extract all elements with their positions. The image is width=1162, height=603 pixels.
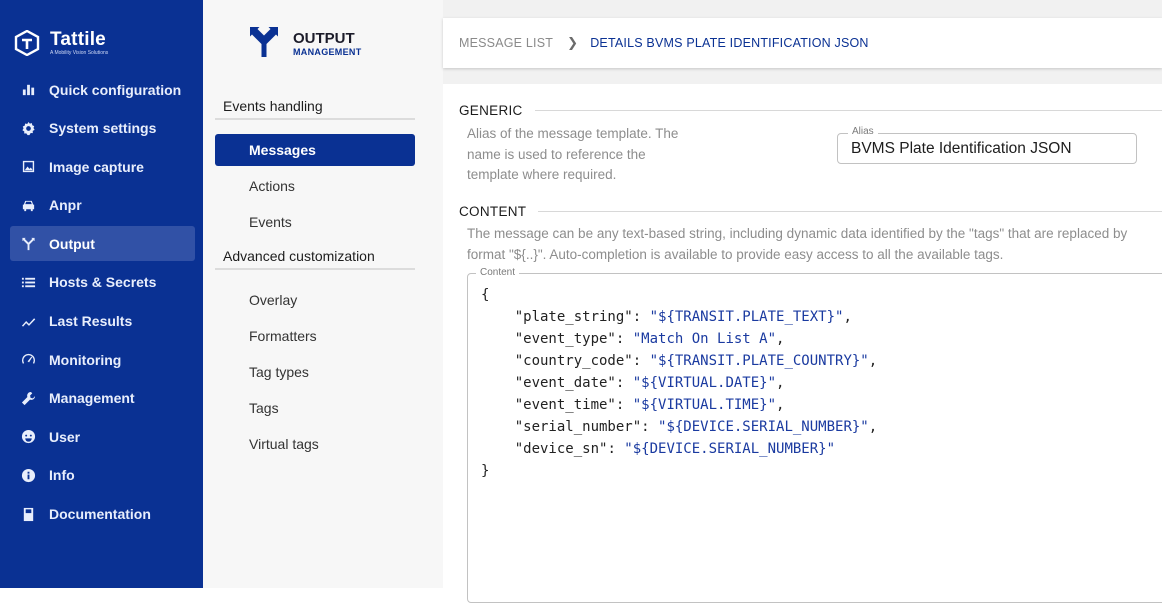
subnav-item-overlay[interactable]: Overlay (215, 284, 415, 316)
sidebar-item-label: Monitoring (49, 351, 122, 368)
details-panel: GENERIC Alias of the message template. T… (443, 84, 1162, 603)
subnav-item-tag-types[interactable]: Tag types (215, 356, 415, 388)
chevron-right-icon: ❯ (567, 35, 579, 50)
brand-name: Tattile (50, 29, 106, 50)
user-icon (20, 429, 36, 445)
gauge-icon (20, 352, 36, 368)
sidebar-item-label: Last Results (49, 313, 133, 330)
fork-arrow-icon (20, 236, 36, 252)
code-line: "device_sn": "${DEVICE.SERIAL_NUMBER}" (514, 441, 836, 457)
code-line: "event_time": "${VIRTUAL.TIME}", (514, 397, 785, 413)
trend-icon (20, 313, 36, 329)
content-label: Content (476, 267, 520, 278)
sidebar-item-label: Quick configuration (49, 81, 182, 98)
wrench-icon (20, 390, 36, 406)
subnav-item-actions[interactable]: Actions (215, 170, 415, 202)
subnav-item-tags[interactable]: Tags (215, 392, 415, 424)
section-advanced-customization: Advanced customization (215, 248, 415, 270)
sidebar-item-management[interactable]: Management (10, 381, 195, 416)
alias-input[interactable]: Alias BVMS Plate Identification JSON (837, 126, 1137, 164)
sidebar-item-label: Output (49, 235, 95, 252)
breadcrumb-current: DETAILS BVMS PLATE IDENTIFICATION JSON (590, 36, 869, 50)
breadcrumb: MESSAGE LIST ❯ DETAILS BVMS PLATE IDENTI… (443, 18, 1162, 68)
image-icon (20, 159, 36, 175)
sidebar-item-label: Image capture (49, 158, 144, 175)
section-events-handling: Events handling (215, 98, 415, 120)
code-line: "event_type": "Match On List A", (514, 331, 785, 347)
code-line: "plate_string": "${TRANSIT.PLATE_TEXT}", (514, 309, 852, 325)
code-line: "country_code": "${TRANSIT.PLATE_COUNTRY… (514, 353, 878, 369)
sidebar-item-label: Info (49, 467, 75, 484)
tattile-logo-icon (14, 30, 40, 56)
subnav-item-messages[interactable]: Messages (215, 134, 415, 166)
sidebar-item-anpr[interactable]: Anpr (10, 188, 195, 223)
output-title: OUTPUT (293, 30, 355, 47)
main-sidebar: Tattile A Mobility Vision Solutions Quic… (0, 0, 203, 588)
sidebar-item-last-results[interactable]: Last Results (10, 304, 195, 339)
generic-section-title: GENERIC (459, 103, 1162, 118)
alias-label: Alias (848, 126, 878, 137)
sidebar-item-label: Anpr (49, 197, 82, 214)
sidebar-item-output[interactable]: Output (10, 226, 195, 262)
sidebar-nav: Quick configuration System settings Imag… (0, 72, 203, 535)
list-icon (20, 274, 36, 290)
alias-value[interactable]: BVMS Plate Identification JSON (851, 140, 1072, 158)
output-subtitle: MANAGEMENT (293, 47, 362, 57)
sidebar-item-label: User (49, 428, 81, 445)
gear-icon (20, 120, 36, 136)
sidebar-item-system-settings[interactable]: System settings (10, 111, 195, 146)
info-icon (20, 467, 36, 483)
breadcrumb-message-list[interactable]: MESSAGE LIST (459, 36, 553, 50)
sidebar-item-label: Documentation (49, 506, 151, 523)
sidebar-item-label: Hosts & Secrets (49, 274, 157, 291)
brand[interactable]: Tattile A Mobility Vision Solutions (14, 28, 108, 58)
content-description: The message can be any text-based string… (467, 226, 1128, 262)
content-code[interactable]: { "plate_string": "${TRANSIT.PLATE_TEXT}… (481, 284, 877, 482)
content-section-title: CONTENT (459, 204, 1162, 219)
fork-arrow-icon (247, 24, 281, 63)
car-icon (20, 197, 36, 213)
subnav-item-virtual-tags[interactable]: Virtual tags (215, 428, 415, 460)
brand-subtitle: A Mobility Vision Solutions (50, 50, 109, 56)
subnav-item-formatters[interactable]: Formatters (215, 320, 415, 352)
code-line: "event_date": "${VIRTUAL.DATE}", (514, 375, 785, 391)
sidebar-item-info[interactable]: Info (10, 458, 195, 493)
sidebar-item-hosts-secrets[interactable]: Hosts & Secrets (10, 265, 195, 300)
main-content: MESSAGE LIST ❯ DETAILS BVMS PLATE IDENTI… (443, 0, 1162, 603)
code-line: "serial_number": "${DEVICE.SERIAL_NUMBER… (514, 419, 878, 435)
sidebar-item-quick-configuration[interactable]: Quick configuration (10, 72, 195, 107)
bar-chart-icon (20, 82, 36, 98)
sidebar-item-user[interactable]: User (10, 419, 195, 454)
generic-description: Alias of the message template. The name … (467, 126, 679, 182)
sidebar-item-documentation[interactable]: Documentation (10, 497, 195, 532)
sidebar-item-image-capture[interactable]: Image capture (10, 149, 195, 184)
output-management-header: OUTPUT MANAGEMENT (247, 24, 362, 63)
book-icon (20, 506, 36, 522)
output-subnav: OUTPUT MANAGEMENT Events handling Messag… (203, 0, 443, 588)
content-editor[interactable]: Content { "plate_string": "${TRANSIT.PLA… (467, 267, 1162, 603)
subnav-item-events[interactable]: Events (215, 206, 415, 238)
sidebar-item-label: Management (49, 390, 135, 407)
sidebar-item-monitoring[interactable]: Monitoring (10, 342, 195, 377)
sidebar-item-label: System settings (49, 120, 157, 137)
